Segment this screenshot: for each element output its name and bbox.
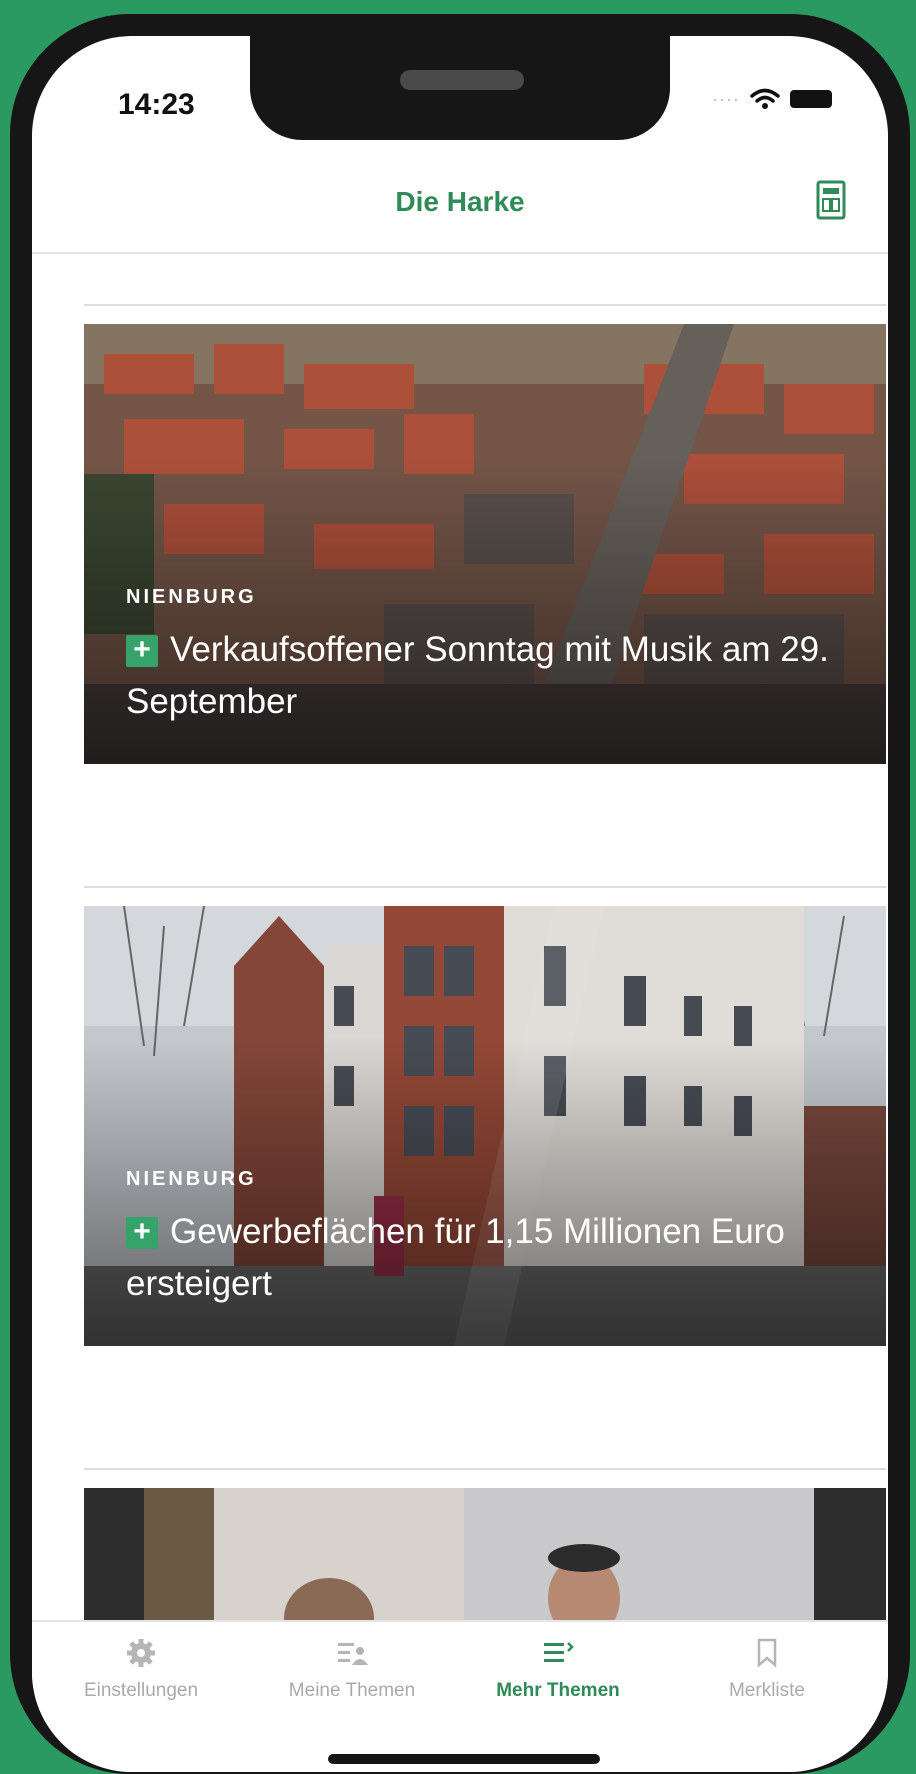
home-indicator[interactable]	[328, 1754, 600, 1764]
signal-icon: ····	[712, 88, 740, 109]
plus-icon: +	[126, 635, 158, 667]
plus-icon: +	[126, 1217, 158, 1249]
page-title: Die Harke	[395, 186, 525, 217]
navigation-bar: Die Harke	[32, 140, 888, 254]
status-icons: ····	[712, 88, 832, 110]
epaper-icon[interactable]	[816, 180, 846, 220]
speaker	[400, 70, 524, 90]
tab-label: Mehr Themen	[496, 1680, 620, 1701]
tab-meine-themen[interactable]: Meine Themen	[257, 1636, 447, 1702]
divider	[84, 1468, 886, 1470]
tab-merkliste[interactable]: Merkliste	[672, 1636, 862, 1702]
more-topics-icon	[544, 1642, 574, 1662]
battery-icon	[790, 90, 832, 108]
tab-label: Einstellungen	[83, 1680, 199, 1701]
article-card[interactable]: NIENBURG + Verkaufsoffener Sonntag mit Mu…	[84, 324, 886, 764]
tab-einstellungen[interactable]: Einstellungen	[46, 1636, 236, 1702]
article-photo	[84, 1488, 886, 1620]
tab-label: Meine Themen	[288, 1680, 416, 1701]
gear-icon	[127, 1639, 155, 1667]
bookmark-icon	[757, 1638, 777, 1668]
tab-mehr-themen[interactable]: Mehr Themen	[463, 1636, 653, 1702]
tab-bar: Einstellungen Meine Themen Mehr Themen M…	[32, 1620, 888, 1772]
article-card[interactable]: NIENBURG + Gewerbeflächen für 1,15 Millio…	[84, 906, 886, 1346]
wifi-icon	[750, 88, 780, 109]
article-section: NIENBURG	[126, 1168, 257, 1190]
tab-label: Merkliste	[728, 1680, 805, 1701]
app-screen: 14:23 ···· Die Harke NIENBURG + Verkaufs…	[32, 36, 888, 1772]
article-title: Verkaufsoffener Sonntag mit Musik am 29.…	[126, 630, 829, 721]
divider	[84, 886, 886, 888]
status-time: 14:23	[118, 88, 195, 121]
article-section: NIENBURG	[126, 586, 257, 608]
article-title: Gewerbeflächen für 1,15 Millionen Euro e…	[126, 1212, 785, 1303]
article-title-row[interactable]: + Gewerbeflächen für 1,15 Millionen Euro …	[126, 1206, 856, 1310]
notch	[250, 36, 670, 140]
phone-frame: 14:23 ···· Die Harke NIENBURG + Verkaufs…	[10, 14, 910, 1774]
divider	[84, 304, 886, 306]
my-topics-icon	[338, 1643, 368, 1665]
article-card[interactable]	[84, 1488, 886, 1620]
article-title-row[interactable]: + Verkaufsoffener Sonntag mit Musik am 29…	[126, 624, 856, 728]
